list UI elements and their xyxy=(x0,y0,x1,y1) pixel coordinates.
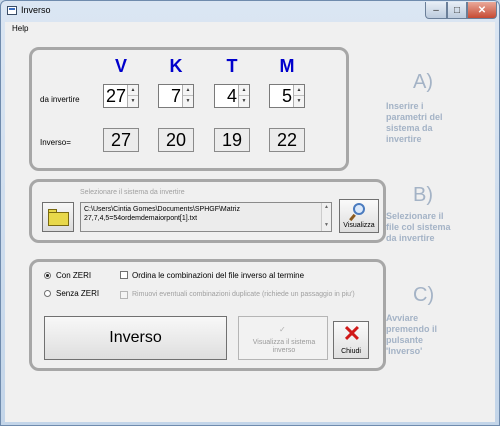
spinner-t-value[interactable]: 4 xyxy=(227,86,237,107)
maximize-button[interactable]: □ xyxy=(447,2,467,19)
main-window: Inverso – □ ✕ Help V K T M da invertire … xyxy=(0,0,500,426)
menu-bar: Help xyxy=(5,22,495,35)
step-c-letter: C) xyxy=(413,284,435,306)
client-area: V K T M da invertire 27 ▲ ▼ 7 ▲ ▼ 4 ▲ ▼ … xyxy=(5,35,495,422)
header-t: T xyxy=(226,56,238,76)
parameters-panel: V K T M da invertire 27 ▲ ▼ 7 ▲ ▼ 4 ▲ ▼ … xyxy=(29,47,349,171)
step-a-line: parametri del xyxy=(386,112,443,122)
spinner-k-down-icon[interactable]: ▼ xyxy=(183,96,193,107)
step-b-text: Selezionare il file col sistema da inver… xyxy=(386,211,451,244)
spinner-t-buttons: ▲ ▼ xyxy=(238,85,249,107)
checkbox-remove-duplicates-label: Rimuovi eventuali combinazioni duplicate… xyxy=(132,291,355,298)
spinner-k-up-icon[interactable]: ▲ xyxy=(183,85,193,96)
input-row-label: da invertire xyxy=(40,95,80,104)
close-button-label: Chiudi xyxy=(341,348,361,355)
view-inverse-label-line2: inverso xyxy=(272,347,296,354)
close-window-button[interactable]: ✕ xyxy=(467,2,497,19)
header-v: V xyxy=(114,56,127,76)
step-b-line: file col sistema xyxy=(386,222,451,232)
spinner-k-buttons: ▲ ▼ xyxy=(182,85,193,107)
view-inverse-label-line1: Visualizza il sistema xyxy=(252,339,316,346)
step-a-line: invertire xyxy=(386,134,422,144)
file-path-line2: 27,7,4,5=54ordemdemaiorpont[1].txt xyxy=(84,215,198,222)
step-a-line: sistema da xyxy=(386,123,433,133)
spinner-k[interactable]: 7 ▲ ▼ xyxy=(158,84,194,108)
view-file-label: Visualizza xyxy=(343,222,375,229)
step-b-line: Selezionare il xyxy=(386,211,444,221)
spinner-v-up-icon[interactable]: ▲ xyxy=(128,85,138,96)
spinner-v-buttons: ▲ ▼ xyxy=(127,85,138,107)
result-t: 19 xyxy=(214,128,250,152)
magnifier-icon xyxy=(353,203,365,215)
result-v: 27 xyxy=(103,128,139,152)
close-button[interactable]: ✕ Chiudi xyxy=(333,321,369,359)
result-row-label: Inverso= xyxy=(40,138,71,147)
step-b-letter: B) xyxy=(413,184,433,206)
spinner-m-down-icon[interactable]: ▼ xyxy=(294,96,304,107)
result-k: 20 xyxy=(158,128,194,152)
radio-con-zeri-label[interactable]: Con ZERI xyxy=(56,271,91,280)
spinner-t-down-icon[interactable]: ▼ xyxy=(239,96,249,107)
spinner-m-buttons: ▲ ▼ xyxy=(293,85,304,107)
checkbox-sort-label[interactable]: Ordina le combinazioni del file inverso … xyxy=(132,271,304,280)
result-m: 22 xyxy=(269,128,305,152)
file-panel: Selezionare il sistema da invertire C:\U… xyxy=(29,179,386,243)
spinner-t-up-icon[interactable]: ▲ xyxy=(239,85,249,96)
close-x-icon: ✕ xyxy=(342,321,362,346)
header-k: K xyxy=(169,56,183,76)
step-b-line: da invertire xyxy=(386,233,435,243)
open-folder-button[interactable] xyxy=(42,202,74,232)
spinner-k-value[interactable]: 7 xyxy=(171,86,181,107)
step-a-text: Inserire i parametri del sistema da inve… xyxy=(386,101,443,145)
app-icon xyxy=(7,6,17,15)
checkbox-remove-duplicates xyxy=(120,291,128,299)
view-inverse-button: ✓ Visualizza il sistema inverso xyxy=(238,316,328,360)
title-bar[interactable]: Inverso – □ ✕ xyxy=(1,1,499,21)
menu-help[interactable]: Help xyxy=(12,24,28,33)
spinner-v[interactable]: 27 ▲ ▼ xyxy=(103,84,139,108)
path-scrollbar[interactable]: ▲ ▼ xyxy=(321,203,331,231)
actions-panel: Con ZERI Senza ZERI Ordina le combinazio… xyxy=(29,259,386,371)
radio-senza-zeri-label[interactable]: Senza ZERI xyxy=(56,289,99,298)
spinner-v-value[interactable]: 27 xyxy=(106,86,126,107)
minimize-button[interactable]: – xyxy=(425,2,447,19)
spinner-m-up-icon[interactable]: ▲ xyxy=(294,85,304,96)
invert-button[interactable]: Inverso xyxy=(44,316,227,360)
spinner-t[interactable]: 4 ▲ ▼ xyxy=(214,84,250,108)
radio-senza-zeri[interactable] xyxy=(44,290,51,297)
step-a-letter: A) xyxy=(413,71,433,93)
step-c-line: Avviare xyxy=(386,313,419,323)
view-file-button[interactable]: Visualizza xyxy=(339,199,379,233)
view-inverse-label: Visualizza il sistema inverso xyxy=(243,339,325,355)
spinner-v-down-icon[interactable]: ▼ xyxy=(128,96,138,107)
window-title: Inverso xyxy=(21,5,51,15)
checkbox-sort[interactable] xyxy=(120,271,128,279)
file-caption: Selezionare il sistema da invertire xyxy=(80,189,185,196)
step-c-line: pulsante xyxy=(386,335,424,345)
folder-icon xyxy=(48,212,69,226)
magnifier-handle xyxy=(349,213,356,222)
radio-con-zeri[interactable] xyxy=(44,272,51,279)
spinner-m[interactable]: 5 ▲ ▼ xyxy=(269,84,305,108)
step-c-line: 'Inverso' xyxy=(386,346,423,356)
step-c-text: Avviare premendo il pulsante 'Inverso' xyxy=(386,313,437,357)
file-path-field[interactable]: C:\Users\Cintia Gomes\Documents\SPHGF\Ma… xyxy=(80,202,332,232)
file-path-line1: C:\Users\Cintia Gomes\Documents\SPHGF\Ma… xyxy=(84,206,240,213)
spinner-m-value[interactable]: 5 xyxy=(282,86,292,107)
step-c-line: premendo il xyxy=(386,324,438,334)
step-a-line: Inserire i xyxy=(386,101,424,111)
checkmark-icon: ✓ xyxy=(279,325,286,334)
header-m: M xyxy=(279,56,295,76)
